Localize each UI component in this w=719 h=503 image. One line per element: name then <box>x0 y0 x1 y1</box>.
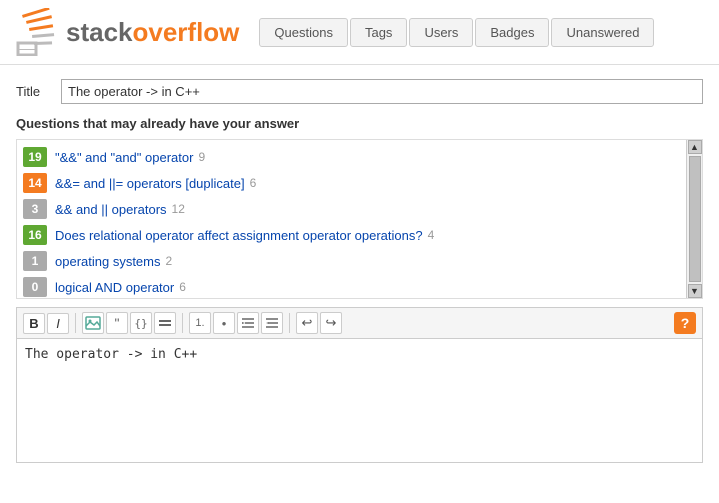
list-item: 19 "&&" and "and" operator 9 <box>17 144 702 170</box>
italic-button[interactable]: I <box>47 313 69 334</box>
toolbar-separator-1 <box>75 313 76 333</box>
code-button[interactable]: {} <box>130 312 152 334</box>
header: stackoverflow Questions Tags Users Badge… <box>0 0 719 65</box>
logo-bold: overflow <box>133 17 240 47</box>
editor-textarea[interactable] <box>17 339 702 459</box>
toolbar-separator-2 <box>182 313 183 333</box>
similar-question-link[interactable]: &&= and ||= operators [duplicate] <box>55 176 245 191</box>
image-button[interactable] <box>82 312 104 334</box>
vote-badge: 3 <box>23 199 47 219</box>
similar-questions-heading: Questions that may already have your ans… <box>16 116 703 131</box>
similar-question-link[interactable]: Does relational operator affect assignme… <box>55 228 423 243</box>
help-button[interactable]: ? <box>674 312 696 334</box>
list-item: 0 logical AND operator 6 <box>17 274 702 299</box>
vote-badge: 1 <box>23 251 47 271</box>
vote-badge: 19 <box>23 147 47 167</box>
nav-badges[interactable]: Badges <box>475 18 549 47</box>
similar-questions-list: 19"&&" and "and" operator914&&= and ||= … <box>16 139 703 299</box>
scrollbar[interactable]: ▲ ▼ <box>686 140 702 298</box>
vote-badge: 0 <box>23 277 47 297</box>
scroll-thumb[interactable] <box>689 156 701 282</box>
similar-question-link[interactable]: && and || operators <box>55 202 167 217</box>
list-item: 1 operating systems 2 <box>17 248 702 274</box>
vote-badge: 14 <box>23 173 47 193</box>
answer-count: 2 <box>166 254 173 268</box>
outdent-button[interactable] <box>261 312 283 334</box>
answer-count: 12 <box>172 202 185 216</box>
indent-button[interactable] <box>237 312 259 334</box>
answer-count: 4 <box>428 228 435 242</box>
editor-area: B I " {} 1. • <box>16 307 703 463</box>
redo-button[interactable]: ↪ <box>320 312 342 334</box>
list-item: 3 && and || operators 12 <box>17 196 702 222</box>
list-item: 14 &&= and ||= operators [duplicate] 6 <box>17 170 702 196</box>
answer-count: 6 <box>179 280 186 294</box>
logo-icon <box>12 8 60 56</box>
scroll-down-button[interactable]: ▼ <box>688 284 702 298</box>
title-label: Title <box>16 84 51 99</box>
blockquote-button[interactable]: " <box>106 312 128 334</box>
undo-button[interactable]: ↩ <box>296 312 318 334</box>
nav-users[interactable]: Users <box>409 18 473 47</box>
hr-button[interactable] <box>154 312 176 334</box>
vote-badge: 16 <box>23 225 47 245</box>
nav-questions[interactable]: Questions <box>259 18 348 47</box>
nav-unanswered[interactable]: Unanswered <box>551 18 654 47</box>
similar-list-inner: 19"&&" and "and" operator914&&= and ||= … <box>17 140 702 299</box>
unordered-list-button[interactable]: • <box>213 312 235 334</box>
answer-count: 9 <box>198 150 205 164</box>
logo-area: stackoverflow <box>12 8 239 56</box>
answer-count: 6 <box>250 176 257 190</box>
title-row: Title <box>16 79 703 104</box>
similar-question-link[interactable]: "&&" and "and" operator <box>55 150 193 165</box>
ordered-list-button[interactable]: 1. <box>189 312 211 334</box>
similar-question-link[interactable]: logical AND operator <box>55 280 174 295</box>
bold-button[interactable]: B <box>23 313 45 334</box>
nav-tags[interactable]: Tags <box>350 18 407 47</box>
nav: Questions Tags Users Badges Unanswered <box>259 18 654 47</box>
similar-question-link[interactable]: operating systems <box>55 254 161 269</box>
title-input[interactable] <box>61 79 703 104</box>
toolbar: B I " {} 1. • <box>17 308 702 339</box>
list-item: 16 Does relational operator affect assign… <box>17 222 702 248</box>
toolbar-separator-3 <box>289 313 290 333</box>
main-content: Title Questions that may already have yo… <box>0 65 719 477</box>
scroll-up-button[interactable]: ▲ <box>688 140 702 154</box>
logo-text: stackoverflow <box>66 17 239 48</box>
